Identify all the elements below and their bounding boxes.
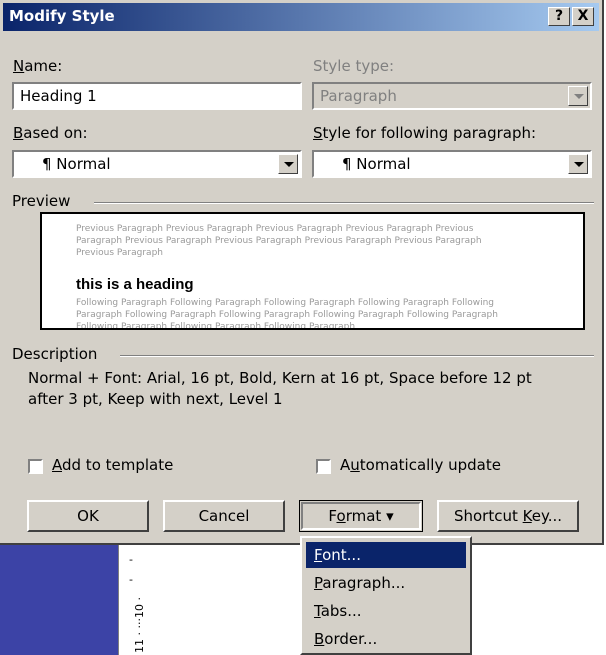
chevron-down-icon [568, 86, 588, 106]
chevron-down-icon[interactable] [568, 154, 588, 174]
close-button[interactable]: X [572, 7, 594, 26]
based-on-label: Based on: [13, 124, 88, 142]
help-button[interactable]: ? [548, 7, 570, 26]
name-label: Name: [13, 57, 63, 75]
menu-item-tabs[interactable]: Tabs... [306, 598, 466, 624]
description-divider [120, 355, 594, 357]
shortcut-key-button[interactable]: Shortcut Key... [437, 500, 579, 532]
description-label: Description [12, 345, 98, 363]
preview-box: Previous Paragraph Previous Paragraph Pr… [40, 212, 585, 330]
chevron-down-icon[interactable] [278, 154, 298, 174]
document-background [0, 545, 118, 655]
preview-heading: this is a heading [76, 276, 194, 293]
preview-divider [94, 202, 594, 204]
following-style-select[interactable]: ¶ Normal [312, 150, 592, 178]
preview-following-line: Following Paragraph Following Paragraph … [76, 322, 356, 330]
preview-following-line: Paragraph Following Paragraph Following … [76, 310, 498, 320]
add-to-template-label[interactable]: Add to template [52, 456, 173, 474]
menu-item-font[interactable]: Font... [306, 542, 466, 568]
menu-item-paragraph[interactable]: Paragraph... [306, 570, 466, 596]
auto-update-label[interactable]: Automatically update [340, 456, 501, 474]
preview-previous-line: Previous Paragraph Previous Paragraph Pr… [76, 224, 474, 234]
style-type-select: Paragraph [312, 82, 592, 110]
preview-following-line: Following Paragraph Following Paragraph … [76, 298, 495, 308]
format-button[interactable]: Format ▾ [299, 500, 423, 532]
ruler-tick: - [129, 553, 133, 566]
name-input[interactable]: Heading 1 [12, 82, 302, 110]
preview-previous-line: Previous Paragraph [76, 248, 163, 258]
title-bar: Modify Style ? X [3, 3, 599, 31]
chevron-down-icon: ▾ [386, 507, 394, 525]
preview-label: Preview [12, 192, 71, 210]
preview-previous-line: Paragraph Previous Paragraph Previous Pa… [76, 236, 482, 246]
description-text: Normal + Font: Arial, 16 pt, Bold, Kern … [28, 368, 588, 410]
ruler-mark-11: 11 · · · [133, 618, 146, 653]
dialog-title: Modify Style [9, 7, 115, 25]
cancel-button[interactable]: Cancel [163, 500, 285, 532]
ruler-tick: - [129, 573, 133, 586]
description-line: Normal + Font: Arial, 16 pt, Bold, Kern … [28, 369, 532, 387]
modify-style-dialog: Modify Style ? X Name: Heading 1 Style t… [0, 0, 604, 545]
auto-update-checkbox[interactable] [316, 459, 331, 474]
ok-button[interactable]: OK [27, 500, 149, 532]
format-menu: Font... Paragraph... Tabs... Border... [300, 536, 472, 655]
add-to-template-checkbox[interactable] [28, 459, 43, 474]
following-style-label: Style for following paragraph: [313, 124, 537, 142]
vertical-ruler: - - · 10 · 11 · · · [118, 545, 165, 655]
description-line: after 3 pt, Keep with next, Level 1 [28, 390, 283, 408]
based-on-select[interactable]: ¶ Normal [12, 150, 302, 178]
menu-item-border[interactable]: Border... [306, 626, 466, 652]
style-type-label: Style type: [313, 57, 395, 75]
